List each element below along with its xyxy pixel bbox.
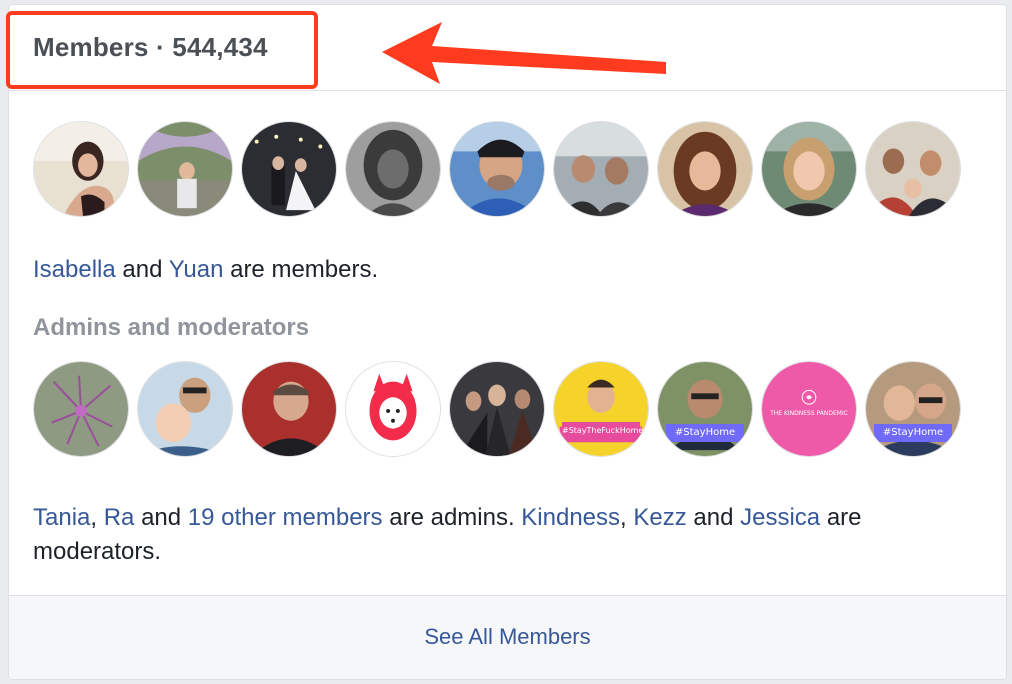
admin-link-ra[interactable]: Ra: [104, 504, 135, 531]
member-avatar[interactable]: [865, 121, 961, 217]
member-avatar[interactable]: [657, 121, 753, 217]
admin-avatar[interactable]: #StayHome: [657, 361, 753, 457]
member-avatar[interactable]: [449, 121, 545, 217]
admins-summary: Tania, Ra and 19 other members are admin…: [33, 501, 983, 569]
members-conjunction: and: [122, 256, 163, 283]
admin-avatar[interactable]: [241, 361, 337, 457]
member-avatar[interactable]: [345, 121, 441, 217]
member-avatar[interactable]: [553, 121, 649, 217]
admin-link-tania[interactable]: Tania: [33, 504, 90, 531]
member-avatar[interactable]: [33, 121, 129, 217]
member-avatar[interactable]: [241, 121, 337, 217]
stay-home-badge-text: #StayHome: [874, 424, 952, 442]
kindness-avatar-text: THE KINDNESS PANDEMIC: [770, 410, 848, 417]
members-card: Members · 544,434 Isabella and Yuan are …: [8, 4, 1007, 680]
kindness-avatar[interactable]: THE KINDNESS PANDEMIC: [761, 361, 857, 457]
admins-moderators-heading: Admins and moderators: [33, 314, 310, 341]
comma: ,: [90, 504, 98, 531]
admin-avatar[interactable]: [345, 361, 441, 457]
admin-avatar[interactable]: [137, 361, 233, 457]
member-avatar[interactable]: [137, 121, 233, 217]
admin-avatar[interactable]: #StayHome: [865, 361, 961, 457]
and-text: and: [693, 504, 734, 531]
moderator-link-kindness[interactable]: Kindness: [521, 504, 620, 531]
moderator-link-kezz[interactable]: Kezz: [633, 504, 686, 531]
admin-avatar[interactable]: #StayTheFuckHome: [553, 361, 649, 457]
moderator-link-jessica[interactable]: Jessica: [740, 504, 820, 531]
admin-avatar[interactable]: [33, 361, 129, 457]
annotation-arrow-icon: [382, 22, 666, 84]
admins-suffix: are admins.: [389, 504, 515, 531]
and-text: and: [141, 504, 182, 531]
admin-avatars-row: #StayTheFuckHome #StayHome THE KINDNESS …: [33, 361, 961, 457]
card-footer: See All Members: [9, 595, 1006, 679]
see-all-members-link[interactable]: See All Members: [9, 624, 1006, 650]
member-avatar[interactable]: [761, 121, 857, 217]
comma: ,: [620, 504, 627, 531]
stay-home-badge-text: #StayHome: [666, 424, 744, 442]
member-avatars-row: [33, 121, 961, 217]
stay-home-badge-text: #StayTheFuckHome: [562, 422, 643, 440]
other-members-link[interactable]: 19 other members: [188, 504, 383, 531]
annotation-highlight-box: [6, 11, 318, 89]
members-summary: Isabella and Yuan are members.: [33, 253, 378, 287]
member-link-isabella[interactable]: Isabella: [33, 256, 116, 283]
admin-avatar[interactable]: [449, 361, 545, 457]
member-link-yuan[interactable]: Yuan: [169, 256, 224, 283]
members-suffix: are members.: [230, 256, 379, 283]
